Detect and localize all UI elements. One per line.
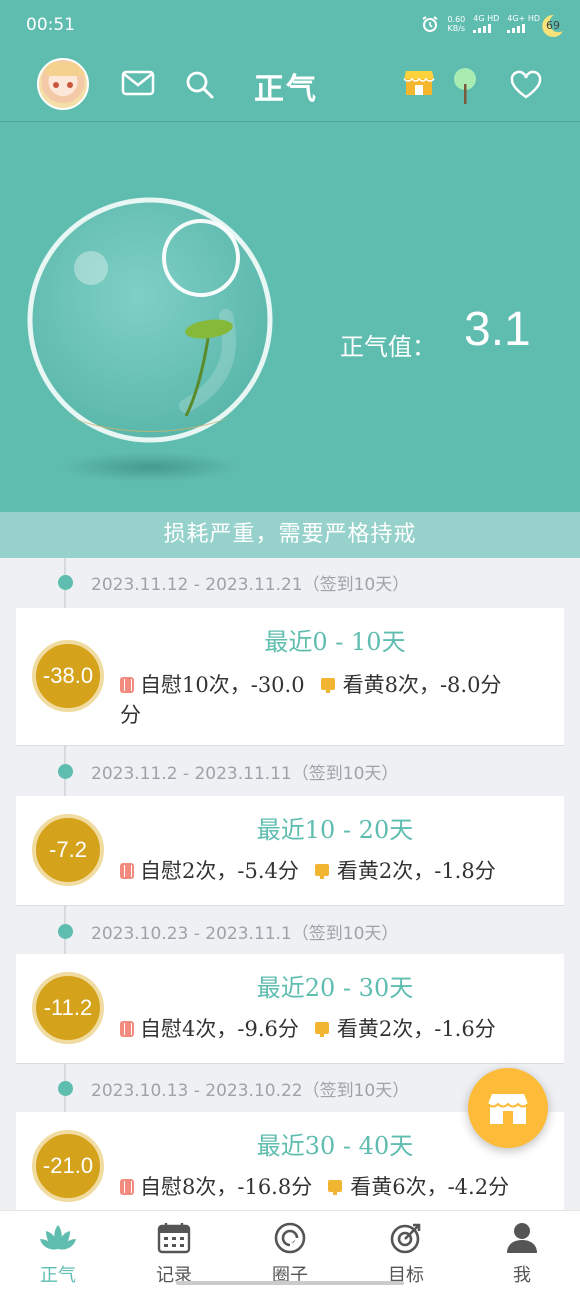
monitor-icon xyxy=(328,1180,343,1195)
period-card[interactable]: -11.2 最近20 - 30天 自慰4次，-9.6分 看黄2次，-1.6分 xyxy=(16,954,564,1064)
score-medal: -11.2 xyxy=(32,972,104,1044)
battery-level: 69 xyxy=(546,19,560,32)
score-hero: 正气值： 3.1 xyxy=(0,122,580,512)
period-card[interactable]: -38.0 最近0 - 10天 自慰10次，-30.0 看黄8次，-8.0分分 xyxy=(16,608,564,746)
monitor-icon xyxy=(314,1022,329,1037)
search-icon[interactable] xyxy=(185,70,215,100)
period-detail: 自慰4次，-9.6分 看黄2次，-1.6分 xyxy=(120,1014,540,1044)
score-medal: -21.0 xyxy=(32,1130,104,1202)
score-value: 3.1 xyxy=(464,303,531,356)
monitor-icon xyxy=(314,864,329,879)
period-title: 最近20 - 30天 xyxy=(256,974,414,1002)
system-indicators: 0.60 KB/s 4G HD 4G+ HD xyxy=(421,14,540,33)
period-range: 2023.10.13 - 2023.10.22（签到10天） xyxy=(91,1081,410,1101)
person-icon xyxy=(507,1223,537,1253)
period-range: 2023.11.2 - 2023.11.11（签到10天） xyxy=(91,764,399,784)
period-detail: 自慰8次，-16.8分 看黄6次，-4.2分 xyxy=(120,1172,540,1202)
battery-indicator: 69 xyxy=(538,13,564,39)
timeline-dot xyxy=(58,1081,73,1096)
heart-icon[interactable] xyxy=(509,70,543,100)
calendar-icon xyxy=(157,1223,191,1254)
period-detail: 自慰2次，-5.4分 看黄2次，-1.8分 xyxy=(120,856,540,886)
shop-icon xyxy=(487,1094,529,1124)
tissue-icon xyxy=(120,1021,134,1037)
tab-zhengqi[interactable]: 正气 xyxy=(0,1211,116,1289)
status-bar: 00:51 0.60 KB/s 4G HD 4G+ HD 69 xyxy=(0,0,580,52)
signal-icon xyxy=(473,23,492,33)
period-card[interactable]: -7.2 最近10 - 20天 自慰2次，-5.4分 看黄2次，-1.8分 xyxy=(16,796,564,906)
period-range: 2023.10.23 - 2023.11.1（签到10天） xyxy=(91,924,399,944)
status-message: 损耗严重，需要严格持戒 xyxy=(0,512,580,558)
app-header: 正气 xyxy=(0,52,580,122)
tissue-icon xyxy=(120,677,134,693)
tissue-icon xyxy=(120,1179,134,1195)
timeline-dot xyxy=(58,575,73,590)
status-time: 00:51 xyxy=(26,15,75,35)
signal-icon xyxy=(507,23,526,33)
period-range: 2023.11.12 - 2023.11.21（签到10天） xyxy=(91,575,410,595)
bubble-shadow xyxy=(60,452,240,482)
timeline-dot xyxy=(58,764,73,779)
bubble-sprout-illustration[interactable] xyxy=(26,196,274,444)
tab-label: 正气 xyxy=(40,1265,76,1286)
period-title: 最近0 - 10天 xyxy=(264,628,406,656)
tab-goals[interactable]: 目标 xyxy=(348,1211,464,1289)
period-header: 2023.11.12 - 2023.11.21（签到10天） xyxy=(0,558,580,606)
score-medal: -7.2 xyxy=(32,814,104,886)
period-title: 最近10 - 20天 xyxy=(256,816,414,844)
tab-label: 我 xyxy=(513,1265,531,1286)
home-indicator[interactable] xyxy=(176,1281,404,1285)
tab-me[interactable]: 我 xyxy=(464,1211,580,1289)
page-title: 正气 xyxy=(254,72,318,107)
sim1-signal: 4G HD xyxy=(473,14,499,33)
target-icon xyxy=(390,1223,421,1254)
period-header: 2023.11.2 - 2023.11.11（签到10天） xyxy=(0,747,580,795)
monitor-icon xyxy=(320,678,335,693)
shop-icon[interactable] xyxy=(403,67,435,99)
timeline-dot xyxy=(58,924,73,939)
score-label: 正气值： xyxy=(340,333,436,361)
avatar[interactable] xyxy=(37,58,89,110)
sim2-signal: 4G+ HD xyxy=(507,14,540,33)
net-speed: 0.60 KB/s xyxy=(447,14,466,33)
mail-icon[interactable] xyxy=(121,70,155,96)
tissue-icon xyxy=(120,863,134,879)
shop-fab-button[interactable] xyxy=(468,1068,548,1148)
lotus-icon xyxy=(40,1225,76,1250)
tab-records[interactable]: 记录 xyxy=(116,1211,232,1289)
bottom-nav: 正气 记录 圈子 目标 我 xyxy=(0,1210,580,1289)
tree-icon[interactable] xyxy=(452,66,478,106)
score-medal: -38.0 xyxy=(32,640,104,712)
period-detail: 自慰10次，-30.0 看黄8次，-8.0分分 xyxy=(120,673,502,727)
tab-circle[interactable]: 圈子 xyxy=(232,1211,348,1289)
period-header: 2023.10.23 - 2023.11.1（签到10天） xyxy=(0,907,580,955)
circle-icon xyxy=(274,1222,306,1254)
alarm-icon xyxy=(422,15,439,32)
